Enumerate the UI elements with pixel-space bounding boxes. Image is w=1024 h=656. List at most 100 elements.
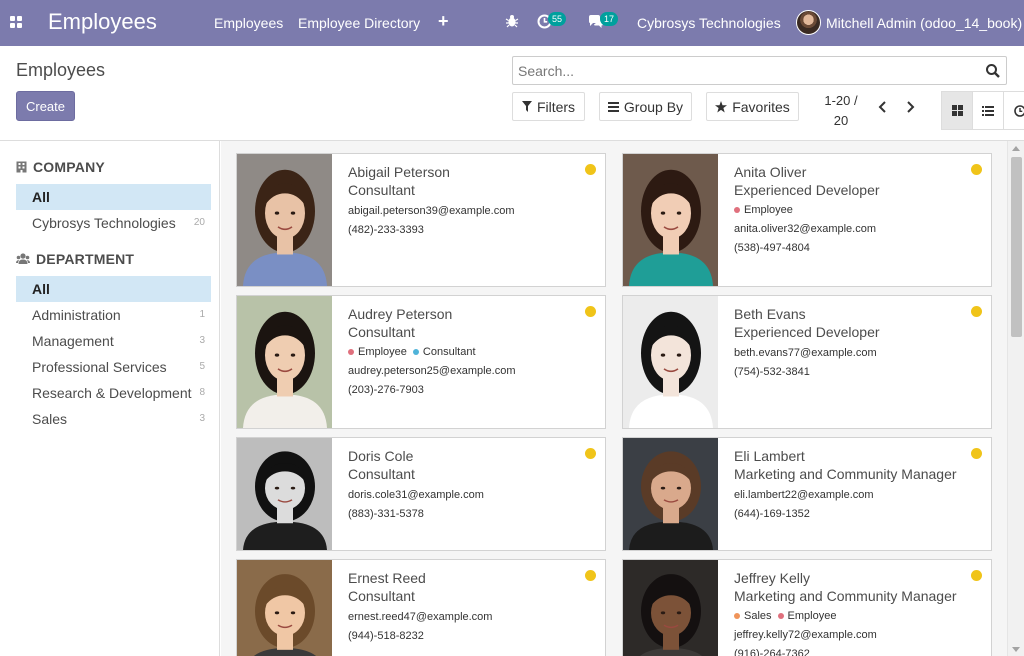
activity-view-button[interactable] (1004, 92, 1024, 129)
employee-phone: (482)-233-3393 (348, 224, 424, 236)
scroll-up-arrow-icon[interactable] (1012, 146, 1020, 151)
company-switcher[interactable]: Cybrosys Technologies (637, 15, 781, 31)
employee-card[interactable]: Audrey Peterson Consultant Employee Consult… (236, 295, 606, 429)
employee-photo[interactable] (623, 296, 718, 428)
clock-icon (1013, 104, 1024, 117)
company-filter-header: COMPANY (16, 159, 105, 175)
employee-photo[interactable] (237, 154, 332, 286)
employee-card-body: Ernest Reed Consultant ernest.reed47@examp… (348, 569, 579, 643)
employee-card[interactable]: Eli Lambert Marketing and Community Manag… (622, 437, 992, 551)
department-filter-professional-services[interactable]: Professional Services 5 (16, 354, 211, 380)
employee-name[interactable]: Ernest Reed (348, 569, 579, 587)
employee-card-body: Jeffrey Kelly Marketing and Community Man… (734, 569, 965, 656)
employee-name[interactable]: Beth Evans (734, 305, 965, 323)
plus-icon[interactable]: + (438, 11, 449, 32)
app-brand[interactable]: Employees (48, 9, 157, 35)
employee-card[interactable]: Doris Cole Consultant doris.cole31@example… (236, 437, 606, 551)
employee-photo[interactable] (237, 560, 332, 656)
employee-photo[interactable] (623, 154, 718, 286)
menu-employees[interactable]: Employees (214, 15, 283, 31)
list-view-button[interactable] (973, 92, 1004, 129)
pager-value[interactable]: 1-20 / 20 (818, 91, 864, 131)
pager-next-icon[interactable] (903, 100, 917, 114)
department-filter-management[interactable]: Management 3 (16, 328, 211, 354)
search-input[interactable] (518, 61, 978, 81)
employee-photo-image (237, 560, 332, 656)
employee-photo[interactable] (623, 560, 718, 656)
employee-name[interactable]: Audrey Peterson (348, 305, 579, 323)
department-filter-administration[interactable]: Administration 1 (16, 302, 211, 328)
filters-button[interactable]: Filters (512, 92, 585, 121)
group-by-button[interactable]: Group By (599, 92, 692, 121)
employee-tags: Sales Employee (734, 609, 965, 623)
employee-name[interactable]: Eli Lambert (734, 447, 965, 465)
pager-range[interactable]: 1-20 / (818, 91, 864, 111)
employee-card[interactable]: Jeffrey Kelly Marketing and Community Man… (622, 559, 992, 656)
employee-photo-image (623, 154, 718, 286)
employee-name[interactable]: Doris Cole (348, 447, 579, 465)
employee-photo[interactable] (623, 438, 718, 550)
search-bar (512, 56, 1007, 85)
employee-card-body: Beth Evans Experienced Developer beth.evan… (734, 305, 965, 379)
user-avatar[interactable] (796, 10, 821, 35)
employee-tag: Employee (734, 204, 793, 216)
employee-photo-image (237, 438, 332, 550)
user-menu[interactable]: Mitchell Admin (odoo_14_book) (826, 15, 1022, 31)
filter-count: 8 (199, 387, 205, 398)
employee-phone: (538)-497-4804 (734, 242, 810, 254)
filter-count: 5 (199, 361, 205, 372)
tag-label: Consultant (422, 346, 476, 358)
department-filter-sales[interactable]: Sales 3 (16, 406, 211, 432)
company-filter-all[interactable]: All (16, 184, 211, 210)
filter-label: Management (32, 333, 114, 349)
company-header-label: COMPANY (33, 159, 105, 175)
employee-name[interactable]: Abigail Peterson (348, 163, 579, 181)
employee-card[interactable]: Anita Oliver Experienced Developer Employe… (622, 153, 992, 287)
employee-name[interactable]: Anita Oliver (734, 163, 965, 181)
company-filter-cybrosys[interactable]: Cybrosys Technologies 20 (16, 210, 211, 236)
filter-count: 1 (199, 309, 205, 320)
employee-card[interactable]: Abigail Peterson Consultant abigail.peters… (236, 153, 606, 287)
department-filter-header: DEPARTMENT (16, 251, 134, 267)
employee-card[interactable]: Ernest Reed Consultant ernest.reed47@examp… (236, 559, 606, 656)
bug-icon[interactable] (505, 14, 519, 28)
department-filter-all[interactable]: All (16, 276, 211, 302)
filter-count: 3 (199, 413, 205, 424)
employee-email: ernest.reed47@example.com (348, 611, 493, 623)
department-header-label: DEPARTMENT (36, 251, 135, 267)
kanban-scrollbar[interactable] (1007, 141, 1024, 656)
search-icon[interactable] (985, 63, 1001, 79)
page-title: Employees (16, 60, 106, 80)
favorites-button[interactable]: Favorites (706, 92, 799, 121)
create-button[interactable]: Create (16, 91, 75, 121)
star-icon (715, 100, 728, 112)
employee-photo[interactable] (237, 296, 332, 428)
employee-email: abigail.peterson39@example.com (348, 205, 515, 217)
tag-color-dot-icon (734, 207, 740, 213)
employee-phone: (644)-169-1352 (734, 508, 810, 520)
employee-email: beth.evans77@example.com (734, 347, 877, 359)
employee-email: doris.cole31@example.com (348, 489, 484, 501)
menu-employee-directory[interactable]: Employee Directory (298, 15, 420, 31)
employee-email: audrey.peterson25@example.com (348, 365, 516, 377)
employee-tag: Employee (348, 346, 407, 358)
employee-photo[interactable] (237, 438, 332, 550)
employee-card[interactable]: Beth Evans Experienced Developer beth.evan… (622, 295, 992, 429)
scroll-down-arrow-icon[interactable] (1012, 647, 1020, 652)
tag-label: Employee (358, 346, 407, 358)
filter-label: All (32, 281, 50, 297)
search-panel: COMPANY All Cybrosys Technologies 20 DEP… (0, 141, 220, 656)
employee-card-body: Anita Oliver Experienced Developer Employe… (734, 163, 965, 255)
employee-name[interactable]: Jeffrey Kelly (734, 569, 965, 587)
activity-count-badge: 55 (548, 12, 567, 26)
pager-previous-icon[interactable] (876, 100, 890, 114)
scroll-thumb[interactable] (1011, 157, 1022, 337)
favorites-label: Favorites (732, 98, 790, 115)
employee-phone: (944)-518-8232 (348, 630, 424, 642)
tag-color-dot-icon (348, 349, 354, 355)
department-filter-research-development[interactable]: Research & Development 8 (16, 380, 211, 406)
tag-color-dot-icon (412, 349, 419, 355)
employee-job-title: Marketing and Community Manager (734, 588, 957, 604)
apps-menu-icon[interactable] (10, 16, 23, 29)
kanban-view-button[interactable] (942, 92, 973, 129)
